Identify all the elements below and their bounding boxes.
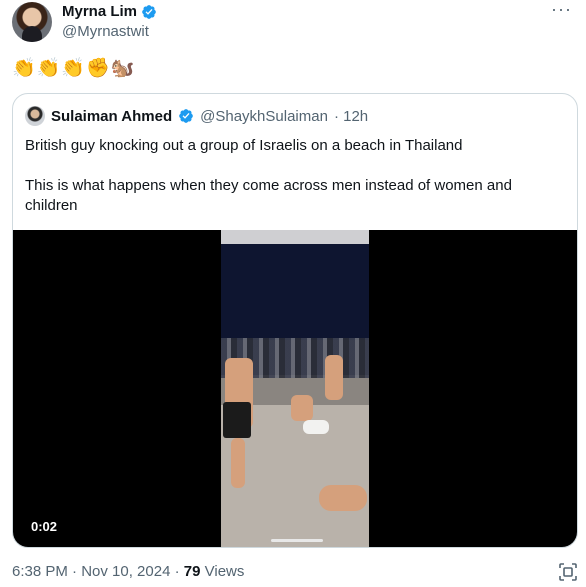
quoted-tweet[interactable]: Sulaiman Ahmed @ShaykhSulaiman · 12h Bri… — [12, 93, 578, 548]
views-count: 79 — [183, 563, 201, 580]
more-icon[interactable]: ··· — [551, 0, 572, 18]
tweet-meta: 6:38 PM · Nov 10, 2024 · 79 Views — [12, 563, 244, 580]
views-label: Views — [204, 563, 245, 580]
scan-icon[interactable] — [558, 562, 578, 582]
quoted-avatar — [25, 106, 45, 126]
quoted-name: Sulaiman Ahmed — [51, 107, 173, 125]
standing-figure-legs — [231, 438, 245, 488]
quoted-line-1: British guy knocking out a group of Isra… — [25, 137, 463, 154]
verified-badge-icon — [179, 109, 193, 123]
post-text: 👏👏👏✊🐿️ — [12, 58, 136, 79]
tweet-header: Myrna Lim @Myrnastwit ··· — [12, 0, 576, 46]
quoted-text: British guy knocking out a group of Isra… — [25, 136, 565, 236]
quoted-time: · 12h — [333, 107, 369, 125]
video-duration: 0:02 — [31, 519, 58, 534]
tweet-timestamp[interactable]: 6:38 PM · Nov 10, 2024 · — [12, 563, 180, 580]
author-name-row: Myrna Lim — [62, 3, 157, 20]
lying-figure — [319, 485, 367, 511]
phone-home-indicator — [271, 539, 323, 542]
author-name[interactable]: Myrna Lim — [62, 3, 137, 20]
quoted-header: Sulaiman Ahmed @ShaykhSulaiman · 12h — [25, 106, 368, 126]
standing-figure-shorts — [223, 402, 251, 438]
kneeling-figure — [291, 395, 313, 421]
background-figure — [325, 355, 343, 400]
verified-badge-icon — [142, 4, 156, 19]
author-avatar[interactable] — [12, 2, 52, 42]
video-player[interactable]: 0:02 — [13, 230, 577, 547]
quoted-handle: @ShaykhSulaiman — [200, 107, 328, 125]
quoted-line-2: This is what happens when they come acro… — [25, 177, 512, 214]
author-handle[interactable]: @Myrnastwit — [62, 23, 149, 40]
kneeling-figure-shorts — [303, 420, 329, 434]
video-frame — [221, 230, 369, 547]
